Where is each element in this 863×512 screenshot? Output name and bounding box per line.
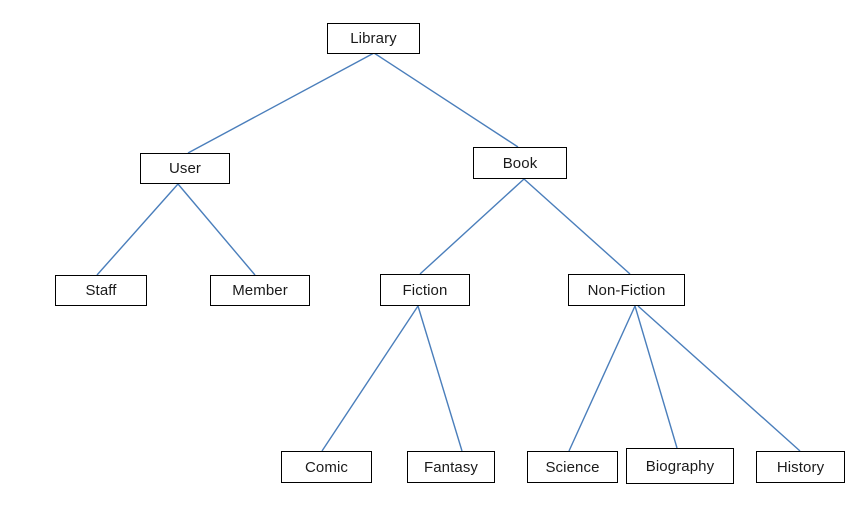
edge-book-to-fiction xyxy=(419,178,525,275)
tree-diagram: Library User Book Staff Member Fiction Non-Fic… xyxy=(0,0,863,512)
edge-fiction-to-fantasy xyxy=(417,305,463,452)
edge-user-to-member xyxy=(177,183,256,276)
edge-nonfiction-to-science xyxy=(568,305,636,452)
edge-nonfiction-to-history xyxy=(637,305,801,452)
node-member[interactable]: Member xyxy=(210,275,310,306)
node-label-comic: Comic xyxy=(304,458,348,476)
node-label-book: Book xyxy=(502,154,538,172)
edge-library-to-user xyxy=(187,52,375,154)
node-library[interactable]: Library xyxy=(327,23,420,54)
node-fiction[interactable]: Fiction xyxy=(380,274,470,306)
node-label-staff: Staff xyxy=(85,282,117,299)
node-comic[interactable]: Comic xyxy=(281,451,372,483)
node-user[interactable]: User xyxy=(140,153,230,184)
edge-user-to-staff xyxy=(96,183,179,276)
node-label-biography: Biography xyxy=(645,457,715,475)
edge-library-to-book xyxy=(373,52,519,148)
node-label-fantasy: Fantasy xyxy=(423,458,479,476)
node-nonfiction[interactable]: Non-Fiction xyxy=(568,274,685,306)
node-label-library: Library xyxy=(350,30,397,47)
node-biography[interactable]: Biography xyxy=(626,448,734,484)
node-history[interactable]: History xyxy=(756,451,845,483)
node-label-history: History xyxy=(776,458,825,476)
node-label-science: Science xyxy=(545,458,600,476)
node-staff[interactable]: Staff xyxy=(55,275,147,306)
node-label-user: User xyxy=(168,160,202,177)
node-science[interactable]: Science xyxy=(527,451,618,483)
edge-book-to-nonfiction xyxy=(523,178,631,275)
node-book[interactable]: Book xyxy=(473,147,567,179)
edge-nonfiction-to-biography xyxy=(634,305,678,449)
edge-group xyxy=(96,52,801,452)
edge-fiction-to-comic xyxy=(321,305,419,452)
node-fantasy[interactable]: Fantasy xyxy=(407,451,495,483)
node-label-member: Member xyxy=(232,282,288,299)
connector-layer xyxy=(96,52,801,452)
node-label-fiction: Fiction xyxy=(402,281,448,299)
node-label-nonfiction: Non-Fiction xyxy=(587,281,666,299)
